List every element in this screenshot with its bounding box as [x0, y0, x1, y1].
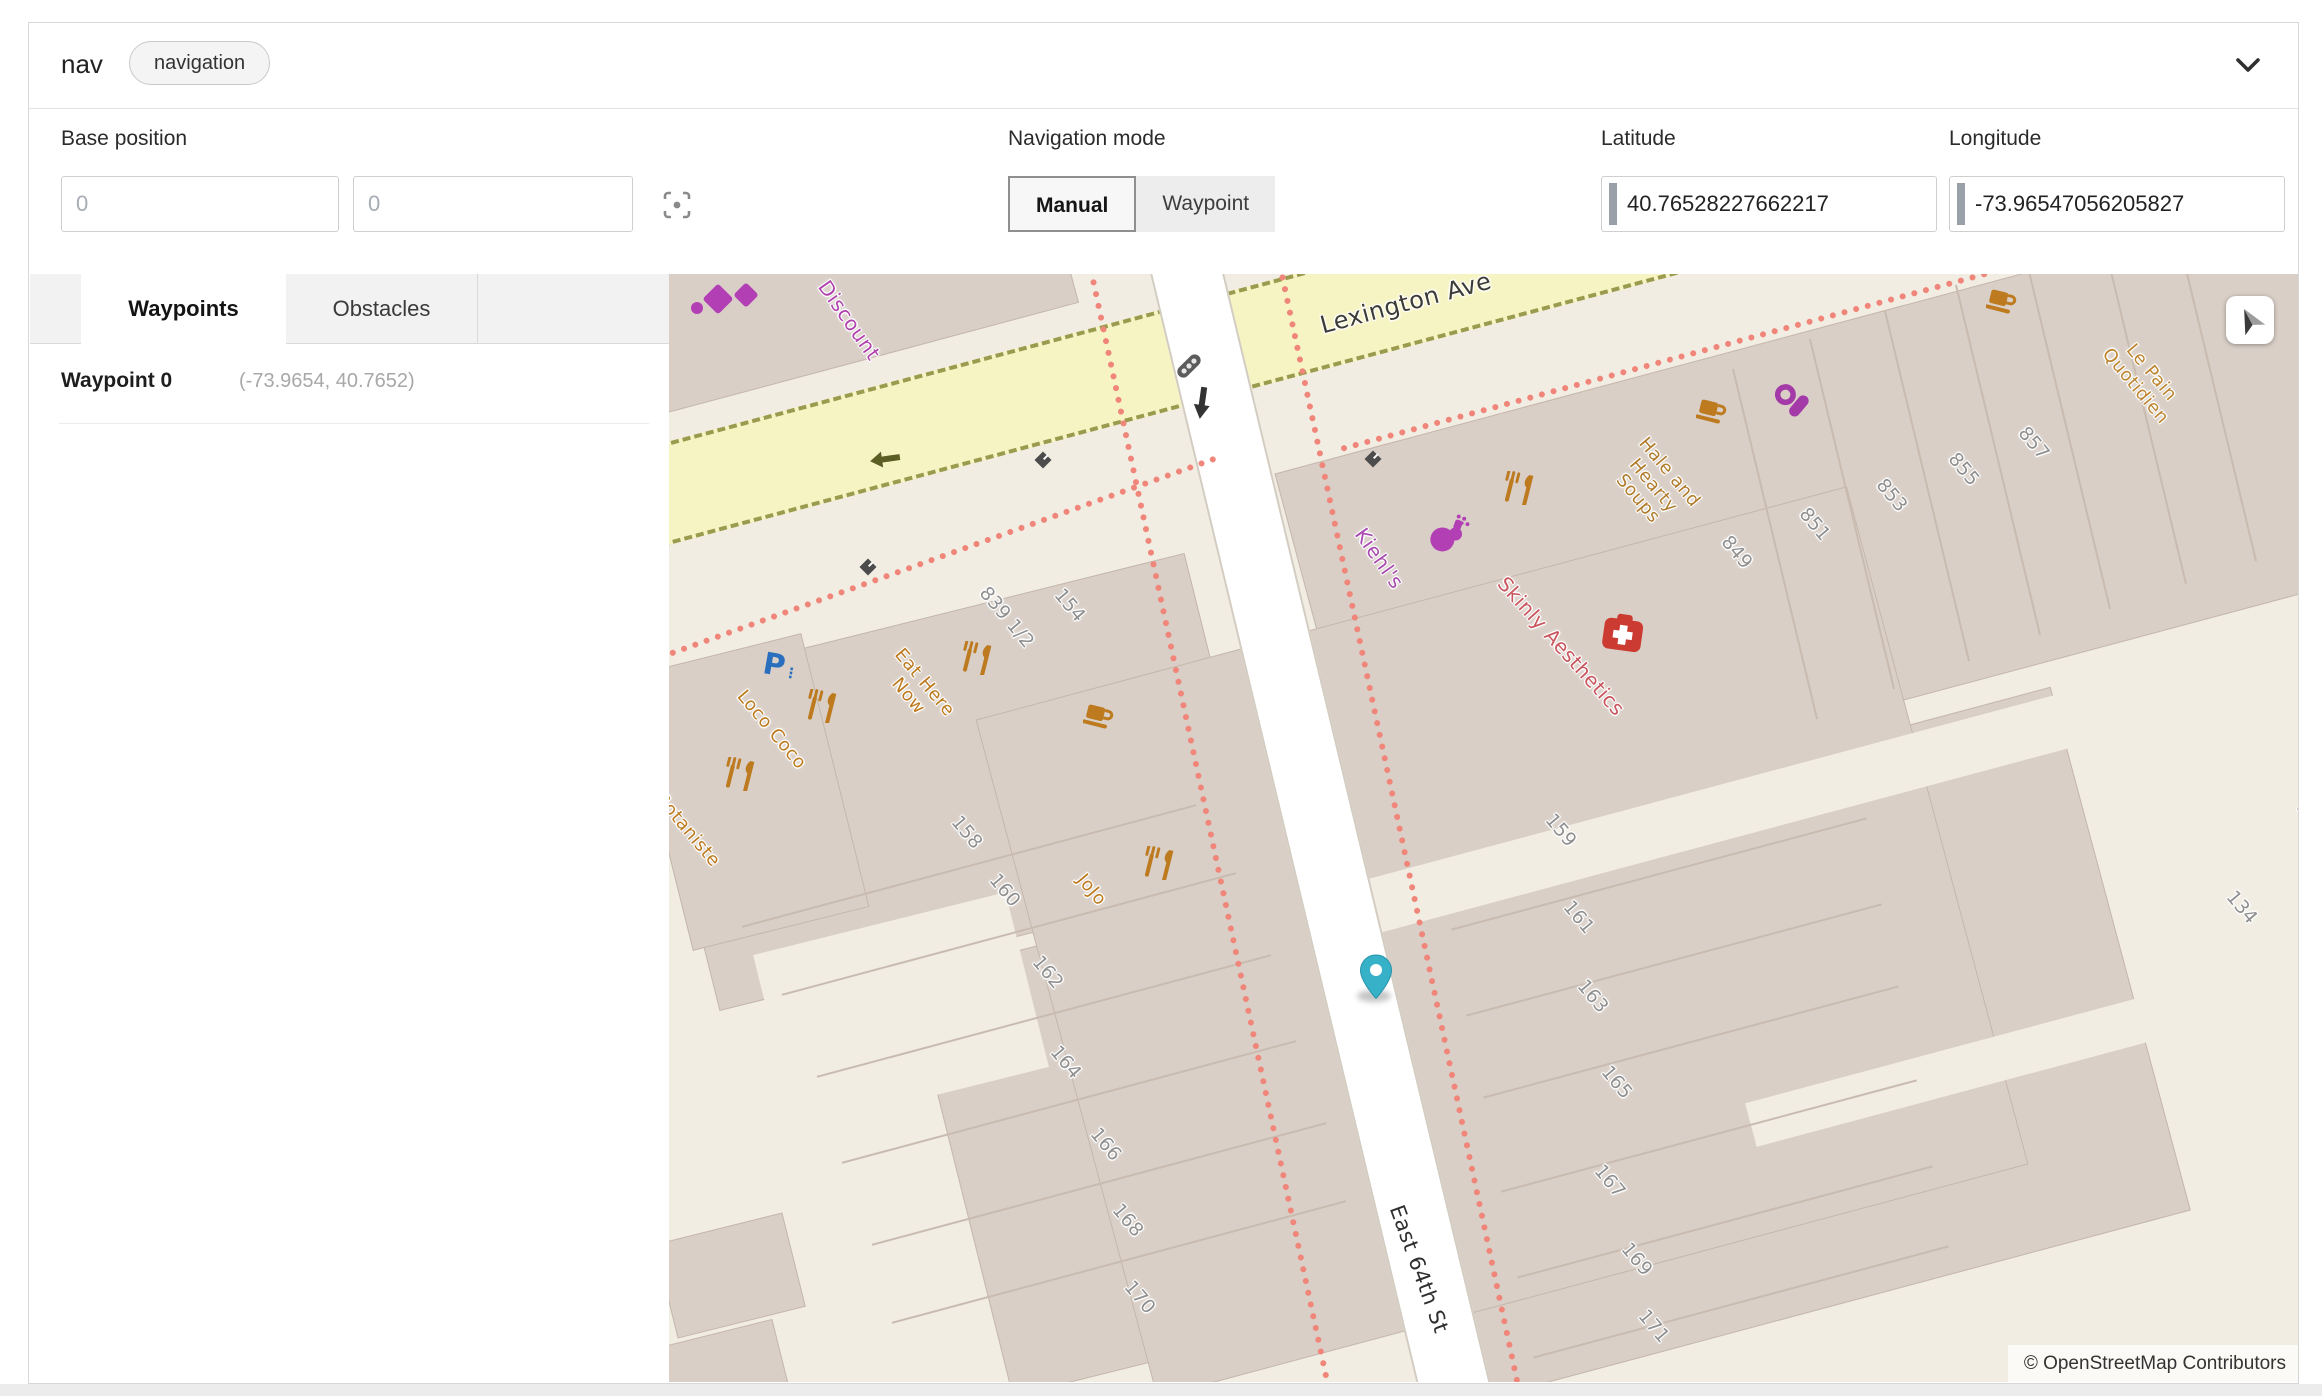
- waypoint-name: Waypoint 0: [61, 369, 172, 393]
- longitude-label: Longitude: [1949, 127, 2041, 151]
- map-icon-entrance-icon: [858, 557, 878, 581]
- map-icon-cafe-icon: [1083, 701, 1115, 735]
- map-icon-discount-shop-icon: [689, 282, 769, 326]
- tab-strip: Waypoints Obstacles: [30, 274, 669, 344]
- latitude-label: Latitude: [1601, 127, 1676, 151]
- tab-obstacles[interactable]: Obstacles: [286, 274, 478, 344]
- navigation-badge: navigation: [129, 41, 270, 85]
- longitude-field: [1949, 176, 2285, 232]
- card-header: nav navigation: [29, 23, 2298, 108]
- map-icon-restaurant-icon: [956, 641, 994, 679]
- tab-waypoints[interactable]: Waypoints: [81, 274, 286, 344]
- map-icon-medical-icon: [1601, 613, 1645, 657]
- latitude-input[interactable]: [1617, 191, 1936, 217]
- house-number: 134: [2207, 870, 2275, 945]
- map-icon-cafe-icon: [1986, 286, 2018, 320]
- page-bottom-strip: [0, 1384, 2322, 1396]
- map-orient-button[interactable]: [2226, 296, 2274, 344]
- base-y-field: [353, 176, 633, 232]
- map-attribution[interactable]: © OpenStreetMap Contributors: [2008, 1345, 2298, 1382]
- map-icon-arrow-down-icon: [1193, 386, 1211, 424]
- map-icon-cafe-icon: [1696, 396, 1728, 430]
- map-icon-entrance-icon: [1363, 449, 1383, 473]
- map-icon-gate-icon: [1169, 346, 1209, 390]
- map-icon-restaurant-icon: [719, 757, 757, 795]
- row-divider: [59, 423, 649, 424]
- base-y-input[interactable]: [354, 191, 632, 217]
- waypoint-list-item[interactable]: Waypoint 0 (-73.9654, 40.7652): [29, 353, 669, 423]
- mode-manual-button[interactable]: Manual: [1008, 176, 1136, 232]
- base-x-input[interactable]: [62, 191, 338, 217]
- card-title: nav: [61, 49, 103, 80]
- map-icon-restaurant-icon: [801, 689, 839, 727]
- latitude-field: [1601, 176, 1937, 232]
- navigation-mode-toggle: Manual Waypoint: [1008, 176, 1275, 232]
- chevron-down-icon[interactable]: [2230, 47, 2266, 83]
- longitude-input[interactable]: [1965, 191, 2284, 217]
- pick-position-icon[interactable]: [659, 187, 695, 223]
- map-icon-cosmetics-icon: [1426, 513, 1474, 559]
- map[interactable]: DiscountLexington AveEat HereNowLoco Coc…: [669, 274, 2298, 1382]
- waypoint-coords: (-73.9654, 40.7652): [239, 370, 415, 393]
- waypoint-marker-pin[interactable]: [1359, 954, 1393, 1004]
- header-divider: [29, 108, 2298, 109]
- house-number: 136: [2277, 780, 2298, 855]
- base-position-label: Base position: [61, 127, 187, 151]
- map-icon-entrance-icon: [1033, 450, 1053, 474]
- mode-waypoint-button[interactable]: Waypoint: [1136, 176, 1275, 232]
- map-icon-restaurant-icon: [1498, 471, 1536, 509]
- nav-card: nav navigation Base position Navigation …: [28, 22, 2299, 1384]
- longitude-drag-handle[interactable]: [1957, 183, 1965, 225]
- map-icon-arrow-left-icon: [869, 450, 903, 472]
- base-x-field: [61, 176, 339, 232]
- map-icon-clothes-icon: [1771, 383, 1815, 423]
- map-icon-parking-icon: P⋮: [763, 649, 799, 684]
- latitude-drag-handle[interactable]: [1609, 183, 1617, 225]
- navigation-mode-label: Navigation mode: [1008, 127, 1166, 151]
- map-building: [669, 1212, 806, 1338]
- map-icon-restaurant-icon: [1138, 846, 1176, 884]
